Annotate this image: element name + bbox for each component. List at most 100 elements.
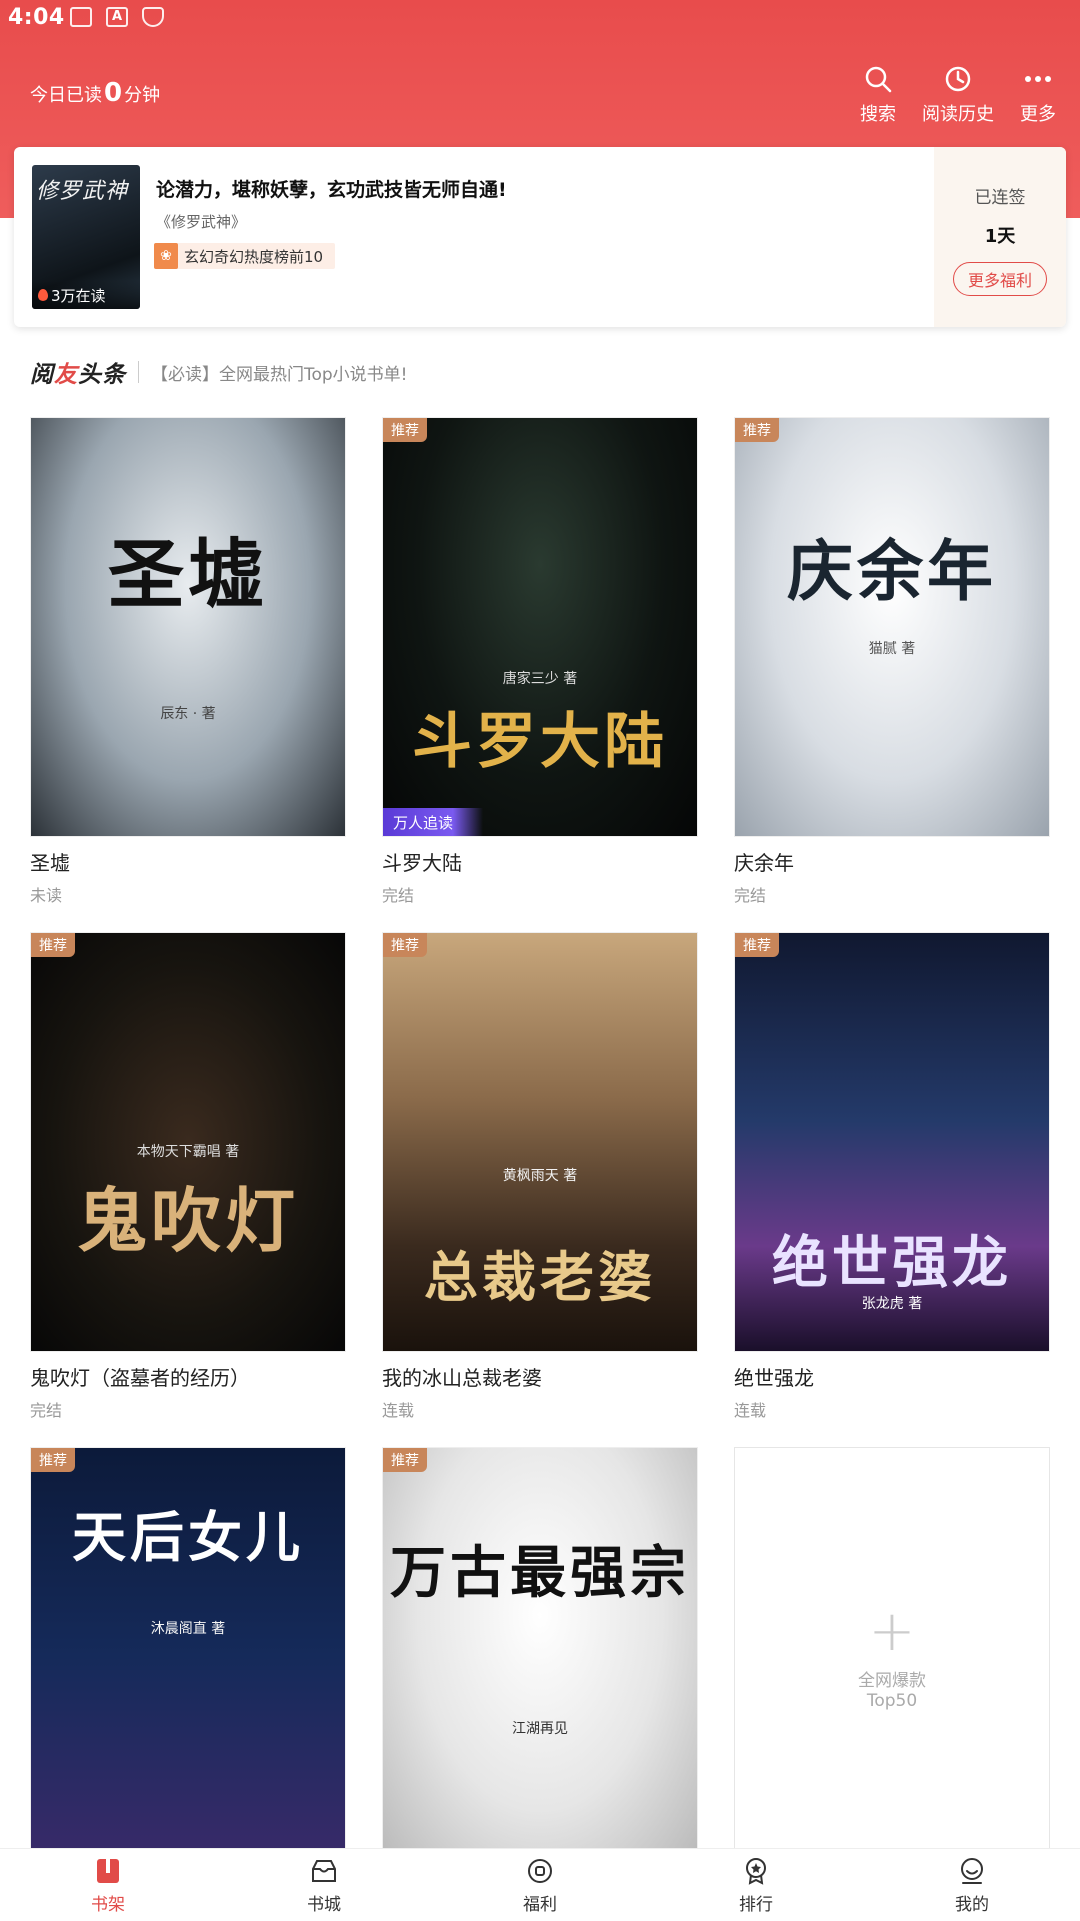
book-item[interactable]: 推荐 黄枫雨天 著 总裁老婆 我的冰山总裁老婆 连载 [382, 932, 698, 1421]
profile-icon [961, 1857, 983, 1884]
reading-minutes: 0 [104, 78, 123, 108]
promo-reading-count: 3万在读 [32, 281, 140, 309]
recommend-tag: 推荐 [735, 418, 779, 442]
recommend-tag: 推荐 [31, 1448, 75, 1472]
book-item[interactable]: 圣墟 辰东 · 著 圣墟 未读 [30, 417, 346, 906]
a-icon: A [106, 7, 128, 27]
more-button[interactable]: 更多 [1020, 64, 1056, 126]
medal-icon: ❀ [154, 243, 178, 269]
book-cover[interactable]: 推荐 唐家三少 著 斗罗大陆 万人追读 [382, 417, 698, 837]
cover-author: 张龙虎 著 [861, 1296, 923, 1312]
tab-welfare[interactable]: 福利 [432, 1849, 648, 1921]
book-item[interactable]: 推荐 绝世强龙 张龙虎 著 绝世强龙 连载 [734, 932, 1050, 1421]
tab-bookstore[interactable]: 书城 [216, 1849, 432, 1921]
history-label: 阅读历史 [922, 104, 994, 125]
popular-badge: 万人追读 [383, 808, 484, 836]
more-label: 更多 [1020, 104, 1056, 125]
more-icon [1025, 76, 1051, 82]
recommend-tag: 推荐 [383, 1448, 427, 1472]
book-cover[interactable]: 圣墟 辰东 · 著 [30, 417, 346, 837]
book-cover[interactable]: 推荐 天后女儿 沐晨阁直 著 [30, 1447, 346, 1867]
search-button[interactable]: 搜索 [860, 64, 896, 126]
book-cover[interactable]: 推荐 绝世强龙 张龙虎 著 [734, 932, 1050, 1352]
image-icon [70, 7, 92, 27]
cover-title: 总裁老婆 [424, 1245, 656, 1309]
promo-rank-text: 玄幻奇幻热度榜前10 [184, 247, 324, 266]
promo-book-name: 《修罗武神》 [156, 213, 247, 231]
tab-profile[interactable]: 我的 [864, 1849, 1080, 1921]
book-title: 圣墟 [30, 851, 70, 875]
add-book-box[interactable]: + 全网爆款 Top50 [734, 1447, 1050, 1867]
headline-logo-b: 友 [54, 362, 78, 388]
book-title: 庆余年 [734, 851, 794, 875]
headline-logo: 阅友头条 [30, 355, 126, 389]
tab-label: 排行 [739, 1894, 773, 1915]
tab-label: 书架 [91, 1894, 125, 1915]
promo-headline[interactable]: 论潜力，堪称妖孽，玄功武技皆无师自通! [156, 175, 507, 202]
ranking-icon [746, 1857, 766, 1885]
tab-ranking[interactable]: 排行 [648, 1849, 864, 1921]
cover-author: 黄枫雨天 著 [502, 1168, 578, 1184]
search-icon [865, 66, 892, 93]
book-item[interactable]: 推荐 天后女儿 沐晨阁直 著 [30, 1447, 346, 1867]
book-item[interactable]: 推荐 庆余年 猫腻 著 庆余年 完结 [734, 417, 1050, 906]
cover-title: 万古最强宗 [390, 1540, 690, 1606]
signin-days: 1天 [984, 226, 1016, 247]
book-cover[interactable]: 推荐 万古最强宗 江湖再见 [382, 1447, 698, 1867]
header-actions: 搜索 阅读历史 更多 [860, 64, 1056, 126]
tab-label: 书城 [307, 1894, 341, 1915]
book-item[interactable]: 推荐 本物天下霸唱 著 鬼吹灯 鬼吹灯（盗墓者的经历） 完结 [30, 932, 346, 1421]
cover-art [735, 418, 1049, 836]
cover-author: 江湖再见 [512, 1721, 568, 1737]
book-promo-card[interactable]: 修罗武神 3万在读 论潜力，堪称妖孽，玄功武技皆无师自通! 《修罗武神》 ❀ 玄… [14, 147, 1066, 327]
cover-author: 辰东 · 著 [160, 706, 216, 722]
reading-stats[interactable]: 今日已读 0 分钟 [30, 78, 160, 108]
book-item[interactable]: 推荐 万古最强宗 江湖再见 [382, 1447, 698, 1867]
recommend-tag: 推荐 [383, 418, 427, 442]
status-bar: 4:04 A [0, 0, 1080, 40]
book-item[interactable]: 推荐 唐家三少 著 斗罗大陆 万人追读 斗罗大陆 完结 [382, 417, 698, 906]
promo-cover[interactable]: 修罗武神 3万在读 [32, 165, 140, 309]
more-welfare-button[interactable]: 更多福利 [953, 262, 1047, 296]
book-status: 未读 [30, 886, 63, 905]
cover-art [31, 418, 345, 836]
history-button[interactable]: 阅读历史 [922, 64, 994, 126]
cover-art [383, 1448, 697, 1866]
book-title: 鬼吹灯（盗墓者的经历） [30, 1366, 250, 1390]
add-card-line2: Top50 [866, 1690, 918, 1711]
headline-logo-a: 阅 [30, 362, 54, 388]
promo-reading-text: 3万在读 [51, 286, 106, 305]
search-label: 搜索 [860, 104, 896, 125]
reading-suffix: 分钟 [124, 85, 161, 106]
book-cover[interactable]: 推荐 庆余年 猫腻 著 [734, 417, 1050, 837]
book-cover[interactable]: 推荐 本物天下霸唱 著 鬼吹灯 [30, 932, 346, 1352]
reading-prefix: 今日已读 [30, 85, 102, 106]
book-status: 完结 [734, 886, 767, 905]
recommend-tag: 推荐 [735, 933, 779, 957]
add-card-line1: 全网爆款 [858, 1670, 926, 1691]
cover-title: 天后女儿 [72, 1505, 304, 1569]
promo-rank-badge: ❀ 玄幻奇幻热度榜前10 [154, 243, 336, 269]
cover-author: 沐晨阁直 著 [150, 1621, 226, 1637]
plus-icon: + [868, 1598, 916, 1664]
book-cover[interactable]: 推荐 黄枫雨天 著 总裁老婆 [382, 932, 698, 1352]
tab-bookshelf[interactable]: 书架 [0, 1849, 216, 1921]
headline-bar[interactable]: 阅友头条 【必读】全网最热门Top小说书单! [30, 355, 408, 389]
promo-cover-title: 修罗武神 [36, 179, 129, 204]
cover-author: 猫腻 著 [868, 641, 916, 657]
headline-logo-c: 头条 [78, 362, 126, 388]
flame-icon [38, 289, 48, 301]
headline-text: 【必读】全网最热门Top小说书单! [151, 364, 408, 385]
cover-author: 本物天下霸唱 著 [136, 1144, 240, 1160]
bottom-tab-bar: 书架 书城 福利 排行 我的 [0, 1848, 1080, 1921]
signin-label: 已连签 [974, 188, 1026, 208]
book-status: 连载 [382, 1401, 415, 1420]
headline-divider [138, 361, 139, 383]
bookstore-icon [312, 1859, 336, 1882]
shield-icon [142, 7, 164, 27]
book-status: 完结 [382, 886, 415, 905]
status-icons: A [70, 7, 164, 27]
book-status: 完结 [30, 1401, 63, 1420]
cover-title: 庆余年 [787, 532, 997, 610]
book-title: 斗罗大陆 [382, 851, 462, 875]
